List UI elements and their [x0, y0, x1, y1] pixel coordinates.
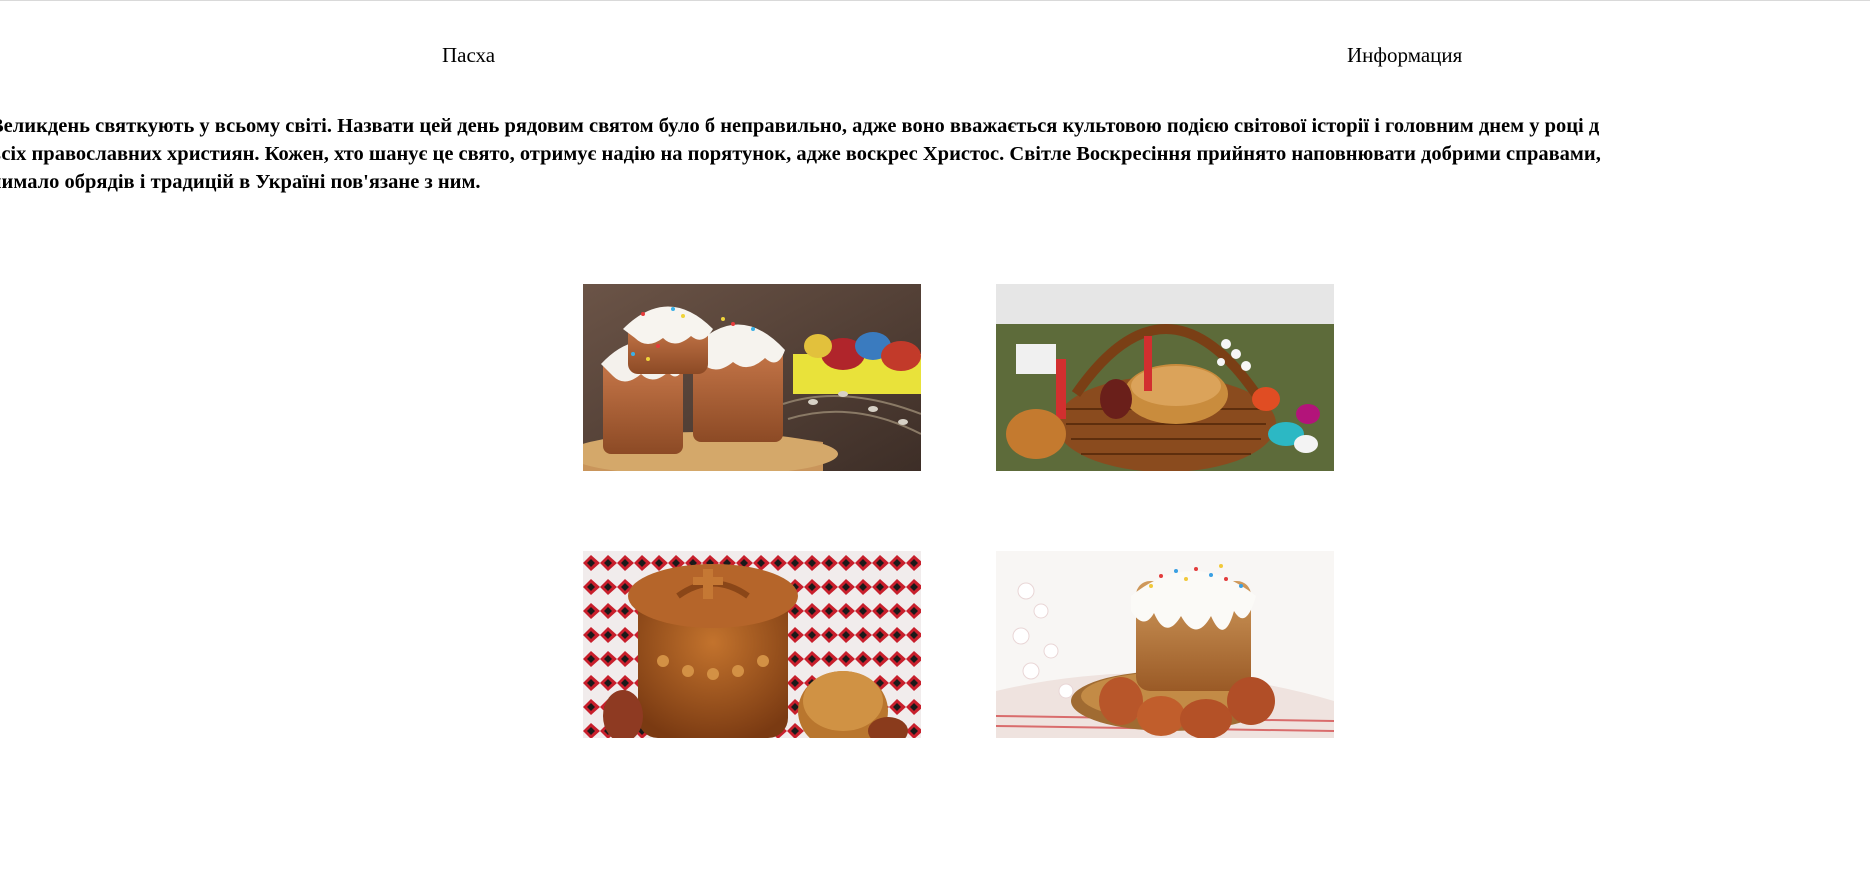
- easter-basket-photo: [996, 284, 1334, 471]
- easter-cakes-photo: [583, 284, 921, 471]
- nav-link-information[interactable]: Информация: [1347, 43, 1462, 67]
- paska-eggs-photo: [996, 551, 1334, 738]
- intro-line: чимало обрядів і традицій в Україні пов'…: [0, 171, 481, 193]
- intro-text: Великдень святкують у всьому світі. Назв…: [0, 112, 1870, 196]
- intro-line: Великдень святкують у всьому світі. Назв…: [0, 115, 1600, 137]
- korovai-bread-photo: [583, 551, 921, 738]
- top-nav: Пасха Информация: [0, 0, 1870, 67]
- intro-line: всіх православних християн. Кожен, хто ш…: [0, 143, 1601, 165]
- nav-link-pascha[interactable]: Пасха: [442, 43, 495, 67]
